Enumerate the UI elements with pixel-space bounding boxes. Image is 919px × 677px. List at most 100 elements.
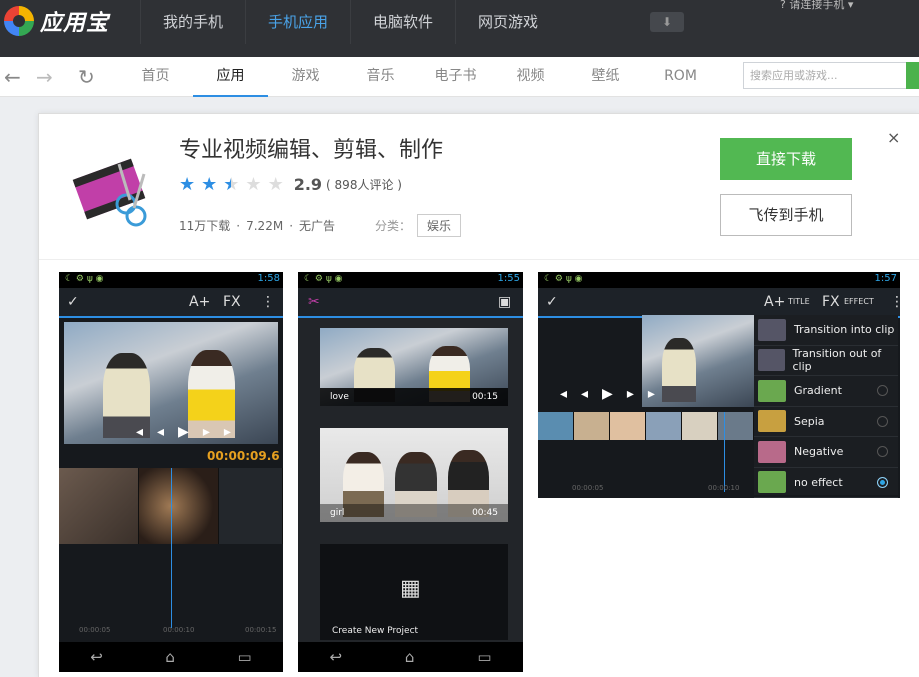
playhead [171, 468, 172, 628]
ads-info: 无广告 [299, 219, 336, 233]
phone-status-bar: ☾ ⚙ ψ ◉ 1:58 [59, 272, 283, 288]
status-time: 1:58 [257, 273, 280, 284]
search-button[interactable] [906, 62, 919, 89]
playhead [724, 412, 725, 492]
screenshot-3[interactable]: ☾ ⚙ ψ ◉ 1:57 ✓ A+ TITLE FX EFFECT ⋮ ◂◂▶▸… [538, 272, 900, 498]
radio-button[interactable] [877, 385, 888, 397]
star-empty-icon: ★ [245, 174, 262, 195]
tab-home[interactable]: 首页 [118, 57, 193, 97]
category-tag[interactable]: 娱乐 [417, 214, 462, 237]
projects-action-bar: ✂ ▣ [298, 288, 523, 318]
timeline-tick: 00:00:05 [79, 626, 111, 634]
app-logo[interactable]: 应用宝 [4, 5, 109, 37]
check-icon: ✓ [67, 294, 79, 310]
status-icons: ☾ ⚙ ψ ◉ [65, 274, 104, 284]
menu-item-label: Gradient [794, 384, 842, 398]
editor-action-bar: ✓ A+ FX ⋮ [59, 288, 283, 318]
tab-rom[interactable]: ROM [643, 57, 718, 97]
screenshot-1[interactable]: ☾ ⚙ ψ ◉ 1:58 ✓ A+ FX ⋮ ◂◂▶▸▸ 00:00:09.6 … [59, 272, 283, 672]
help-icon: ? [780, 0, 786, 11]
chevron-down-icon: ▾ [847, 0, 854, 11]
clip-caption: love 00:15 [320, 388, 508, 406]
download-manager-button[interactable]: ⬇ [650, 12, 684, 32]
title-label: TITLE [788, 297, 810, 306]
home-icon: ⌂ [404, 648, 415, 666]
menu-item-label: Transition out of clip [792, 347, 882, 374]
search-input[interactable]: 搜索应用或游戏... [743, 62, 909, 89]
clip-duration: 00:45 [472, 508, 498, 518]
more-icon: ⋮ [261, 294, 275, 310]
phone-status-bar: ☾ ⚙ ψ ◉ 1:57 [538, 272, 900, 288]
star-icon: ★ [201, 174, 218, 195]
project-thumb-love[interactable]: love 00:15 [320, 328, 508, 406]
clip-caption: girl 00:45 [320, 504, 508, 522]
menu-item-gradient[interactable]: Gradient [754, 376, 898, 407]
menu-item-label: Transition into clip [794, 323, 895, 337]
divider [39, 259, 919, 260]
file-size: 7.22M [246, 218, 284, 233]
status-time: 1:55 [497, 273, 520, 284]
star-icon: ★ [179, 174, 196, 195]
phone-status-bar: ☾ ⚙ ψ ◉ 1:55 [298, 272, 523, 288]
project-thumb-girl[interactable]: girl 00:45 [320, 428, 508, 522]
radio-button[interactable] [877, 446, 888, 458]
tab-games[interactable]: 游戏 [268, 57, 343, 97]
phone-nav-bar: ↩ ⌂ ▭ [59, 642, 283, 672]
topnav-phone-apps[interactable]: 手机应用 [245, 0, 350, 44]
transition-in-icon [758, 318, 786, 341]
topnav-pc-software[interactable]: 电脑软件 [350, 0, 455, 44]
clip-name: love [330, 392, 349, 402]
phone-nav-bar: ↩ ⌂ ▭ [298, 642, 523, 672]
meta-separator: · [236, 218, 241, 233]
fx-icon: FX [822, 294, 840, 310]
effect-menu: Transition into clip Transition out of c… [754, 315, 898, 498]
category-label: 分类： [375, 219, 412, 233]
home-icon: ⌂ [165, 648, 175, 666]
rating-score: 2.9 [293, 175, 323, 194]
close-icon[interactable]: × [887, 128, 900, 147]
tab-apps[interactable]: 应用 [193, 57, 268, 97]
android-icon [758, 379, 786, 402]
menu-item-transition-out[interactable]: Transition out of clip [754, 346, 898, 376]
logo-icon [4, 6, 34, 36]
timeline-tick: 00:00:05 [572, 484, 604, 492]
send-to-phone-button[interactable]: 飞传到手机 [720, 194, 852, 236]
radio-button-selected[interactable] [877, 476, 888, 488]
timeline-tick: 00:00:15 [245, 626, 277, 634]
tab-ebooks[interactable]: 电子书 [418, 57, 493, 97]
android-icon [758, 410, 786, 433]
app-icon [72, 158, 147, 227]
fx-icon: FX [223, 294, 241, 310]
recents-icon: ▭ [477, 648, 492, 666]
effect-label: EFFECT [844, 297, 874, 306]
clip-name: girl [330, 508, 345, 518]
refresh-icon[interactable]: ↻ [78, 65, 95, 89]
forward-arrow-icon[interactable]: → [36, 65, 53, 89]
review-count[interactable]: ( 898人评论 ) [326, 176, 402, 193]
back-icon: ↩ [90, 648, 103, 666]
more-icon: ⋮ [890, 294, 900, 310]
connect-phone-status[interactable]: ? 请连接手机 ▾ [780, 0, 853, 12]
menu-item-transition-in[interactable]: Transition into clip [754, 315, 898, 346]
timeline-tick: 00:00:10 [163, 626, 195, 634]
topnav-web-games[interactable]: 网页游戏 [455, 0, 560, 44]
radio-button[interactable] [877, 415, 888, 427]
app-detail-card: 专业视频编辑、剪辑、制作 ★ ★ ★ ★ ★ 2.9 ( 898人评论 ) 11… [38, 113, 919, 677]
direct-download-button[interactable]: 直接下载 [720, 138, 852, 180]
status-icons: ☾ ⚙ ψ ◉ [544, 274, 583, 284]
app-title: 专业视频编辑、剪辑、制作 [179, 138, 444, 163]
download-icon: ⬇ [661, 15, 673, 29]
editor-action-bar: ✓ A+ TITLE FX EFFECT ⋮ [538, 288, 900, 318]
screenshot-2[interactable]: ☾ ⚙ ψ ◉ 1:55 ✂ ▣ love 00:15 girl 00:45 ▦ [298, 272, 523, 672]
text-add-icon: A+ [189, 294, 211, 310]
create-project-tile[interactable]: ▦ Create New Project [320, 544, 508, 640]
menu-item-no-effect[interactable]: no effect [754, 468, 898, 498]
tab-music[interactable]: 音乐 [343, 57, 418, 97]
menu-item-negative[interactable]: Negative [754, 437, 898, 468]
back-arrow-icon[interactable]: ← [4, 65, 21, 89]
menu-item-sepia[interactable]: Sepia [754, 407, 898, 437]
tab-wallpaper[interactable]: 壁纸 [568, 57, 643, 97]
topnav-my-phone[interactable]: 我的手机 [140, 0, 245, 44]
android-icon [758, 471, 786, 494]
tab-video[interactable]: 视频 [493, 57, 568, 97]
